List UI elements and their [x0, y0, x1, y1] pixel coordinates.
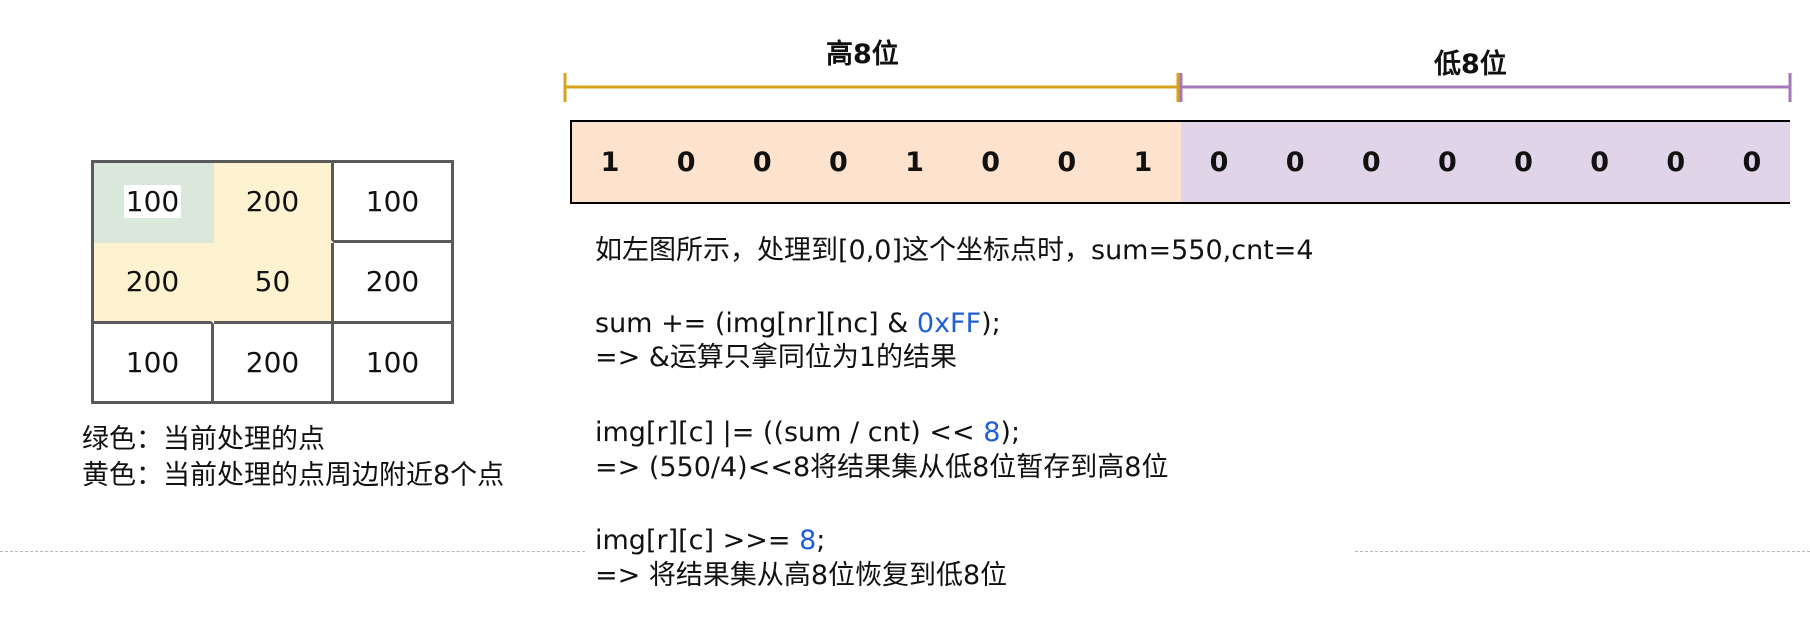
code-note-3: => 将结果集从高8位恢复到低8位: [595, 560, 1008, 591]
bit-cell-high: 0: [800, 122, 877, 202]
legend-green: 绿色：当前处理的点: [82, 424, 325, 455]
separator-right: [1355, 551, 1810, 552]
grid-cell: 100: [334, 163, 454, 244]
grid-cell: 200: [214, 323, 334, 404]
bit-cell-high: 0: [1028, 122, 1105, 202]
high-bits-label: 高8位: [826, 39, 899, 70]
code-note-2: => (550/4)<<8将结果集从低8位暂存到高8位: [595, 452, 1169, 483]
grid-cell-neighbor: 200: [94, 243, 214, 324]
bit-cell-low: 0: [1637, 122, 1714, 202]
code-constant: 0xFF: [916, 308, 982, 339]
description: 如左图所示，处理到[0,0]这个坐标点时，sum=550,cnt=4: [595, 235, 1314, 266]
bit-cell-low: 0: [1561, 122, 1638, 202]
code-text: );: [981, 308, 1001, 339]
grid-legend: 绿色：当前处理的点 黄色：当前处理的点周边附近8个点: [82, 422, 504, 494]
code-text: sum += (img[nr][nc] &: [595, 308, 917, 339]
pixel-grid: 100 200 100 200 50 200 100 200 100: [91, 160, 454, 404]
code-constant: 8: [799, 525, 817, 556]
bit-cell-low: 0: [1409, 122, 1486, 202]
separator-left: [0, 551, 585, 552]
bit-cell-low: 0: [1713, 122, 1790, 202]
grid-cell: 100: [334, 323, 454, 404]
grid-cell: 200: [334, 243, 454, 324]
bit-cell-high: 1: [876, 122, 953, 202]
bit-cell-low: 0: [1257, 122, 1334, 202]
bit-cell-high: 0: [724, 122, 801, 202]
bit-row: 1 0 0 0 1 0 0 1 0 0 0 0 0 0 0 0: [570, 120, 1790, 204]
code-line-3: img[r][c] >>= 8;: [595, 523, 825, 559]
code-text: img[r][c] >>=: [595, 525, 800, 556]
code-constant: 8: [983, 417, 1001, 448]
bit-cell-high: 1: [572, 122, 649, 202]
grid-cell-current: 100: [94, 163, 214, 244]
legend-yellow: 黄色：当前处理的点周边附近8个点: [82, 460, 505, 491]
bit-cell-high: 0: [952, 122, 1029, 202]
bit-cell-low: 0: [1485, 122, 1562, 202]
grid-cell: 100: [94, 323, 214, 404]
code-note-1: => &运算只拿同位为1的结果: [595, 342, 958, 373]
code-text: ;: [816, 525, 826, 556]
code-line-1: sum += (img[nr][nc] & 0xFF);: [595, 306, 1001, 342]
bit-cell-low: 0: [1333, 122, 1410, 202]
bit-brackets: [563, 73, 1792, 102]
code-text: img[r][c] |= ((sum / cnt) <<: [595, 417, 984, 448]
grid-cell-neighbor: 200: [214, 163, 334, 244]
code-text: );: [1000, 417, 1021, 448]
bit-cell-high: 0: [648, 122, 725, 202]
bit-cell-low: 0: [1181, 122, 1258, 202]
low-bits-label: 低8位: [1434, 49, 1507, 80]
grid-cell-value: 100: [123, 185, 182, 219]
bit-cell-high: 1: [1104, 122, 1181, 202]
high-bits-bracket: [563, 73, 1180, 102]
grid-cell-neighbor: 50: [214, 243, 334, 324]
code-line-2: img[r][c] |= ((sum / cnt) << 8);: [595, 415, 1020, 451]
